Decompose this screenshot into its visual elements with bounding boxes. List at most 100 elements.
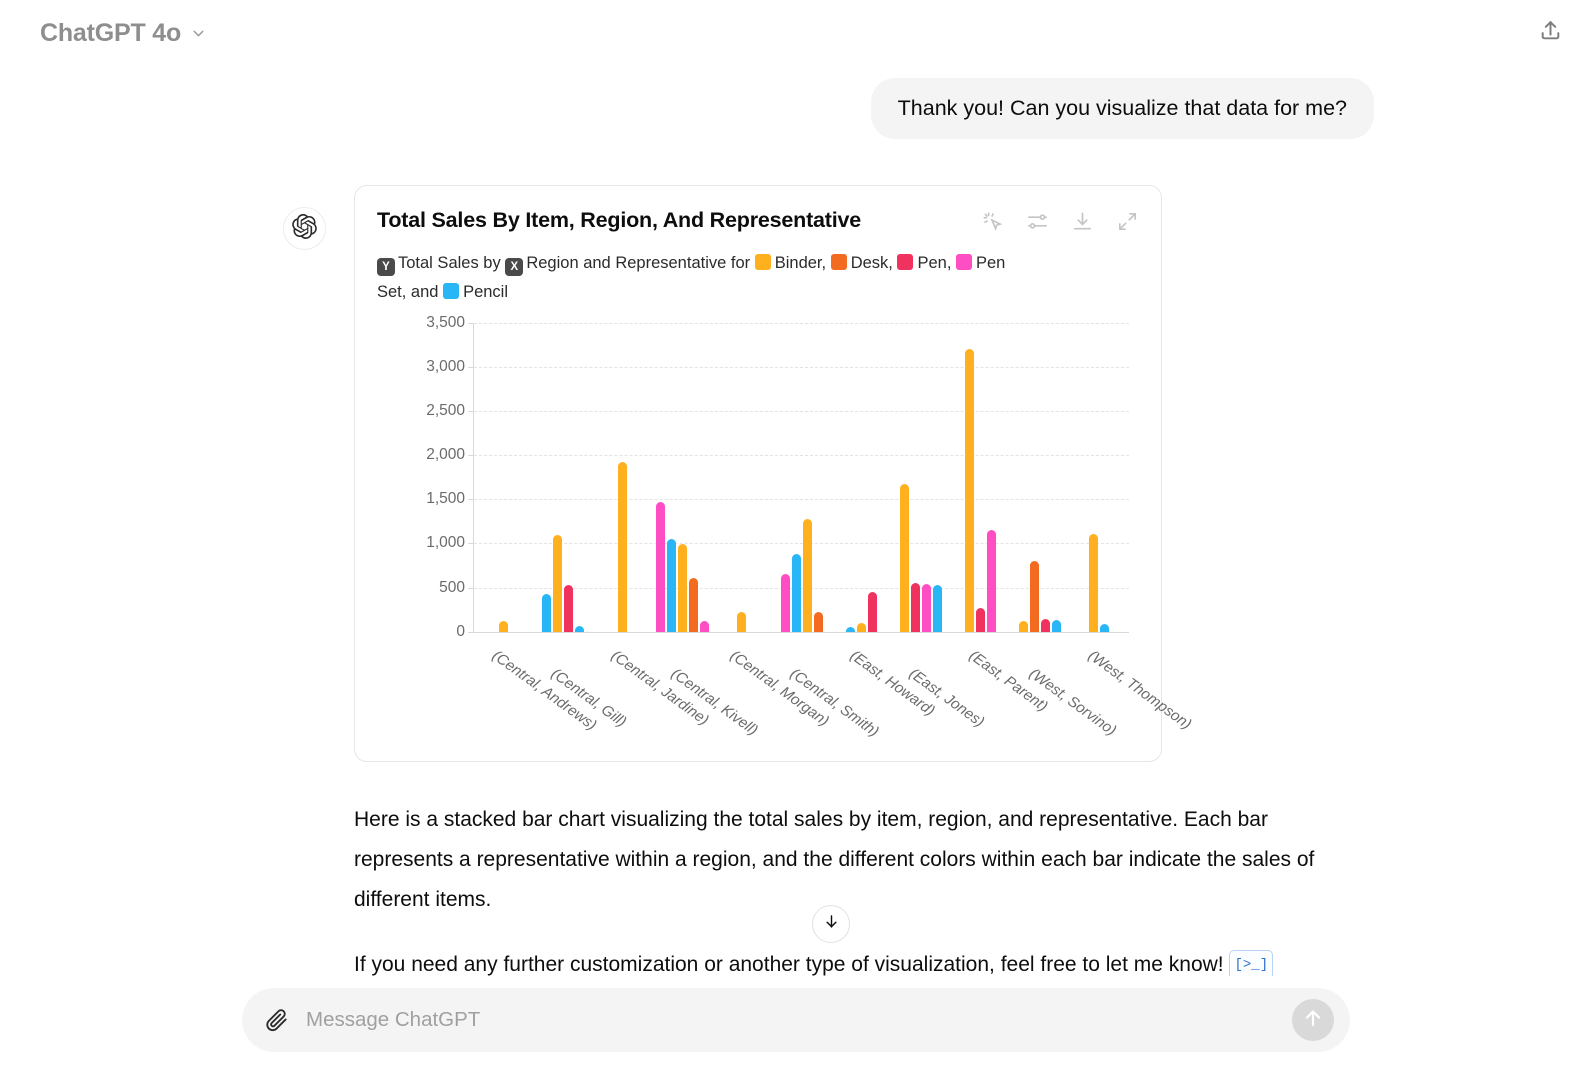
legend-swatch-pencil [443,282,460,299]
bar[interactable] [699,621,709,632]
bar[interactable] [499,621,509,632]
chart-header: Total Sales By Item, Region, And Represe… [377,208,1139,233]
model-picker[interactable]: ChatGPT 4o [32,13,215,54]
share-button[interactable] [1530,13,1570,53]
bar[interactable] [542,593,552,632]
bar-group [772,323,832,632]
chart-settings-icon[interactable] [1026,210,1049,233]
expand-icon[interactable] [1116,210,1139,233]
plot-canvas: 0 500 1,000 1,500 2,000 2,500 3,000 3,500 [426,314,1129,640]
bar-group [534,323,594,632]
bar[interactable] [688,577,698,632]
code-badge: [>_] [1229,949,1274,976]
bar-group [712,323,772,632]
bar-group [474,323,534,632]
bar[interactable] [1029,561,1039,632]
y-axis-tick: 0 [456,622,465,640]
conversation-area: Thank you! Can you visualize that data f… [0,66,1592,976]
bar[interactable] [813,612,823,632]
bar[interactable] [845,626,855,632]
send-arrow-up-icon [1301,1006,1325,1035]
legend-label-pen: Pen, [917,254,956,273]
openai-logo-icon [292,213,317,244]
bar[interactable] [1100,624,1110,632]
bar[interactable] [655,502,665,632]
composer [242,988,1350,1052]
chart-title: Total Sales By Item, Region, And Represe… [377,208,862,233]
bar-group [950,323,1010,632]
composer-zone [0,976,1592,1080]
assistant-message-row: Total Sales By Item, Region, And Represe… [0,139,1592,976]
y-axis-tickmark [468,631,474,633]
legend-swatch-pen-set [956,254,972,271]
y-axis-badge: Y [377,258,395,277]
user-message-row: Thank you! Can you visualize that data f… [0,66,1592,140]
legend-label-binder: Binder, [774,254,831,273]
bar-group [593,323,653,632]
y-axis-tick: 3,500 [426,313,465,331]
bar[interactable] [1089,533,1099,632]
bar[interactable] [910,583,920,632]
legend-part-2: Region and Representative for [526,254,751,273]
chart-legend: Y Total Sales by X Region and Representati… [377,249,1037,307]
bar[interactable] [899,484,909,632]
bar-group [1010,323,1070,632]
bar[interactable] [553,534,563,632]
bar[interactable] [791,554,801,632]
scroll-to-bottom-button[interactable] [812,905,850,943]
bar-group [831,323,891,632]
bar-group [653,323,713,632]
bar[interactable] [677,544,687,632]
y-axis-tick: 3,000 [426,357,465,375]
y-axis-tick: 2,000 [426,446,465,464]
bar[interactable] [780,574,790,632]
assistant-body: Total Sales By Item, Region, And Represe… [354,185,1364,976]
x-axis-labels: (Central, Andrews) (Central, Gill) (Centra… [473,639,1195,749]
y-axis-tick: 1,500 [426,490,465,508]
bar-groups [474,323,1129,632]
bar[interactable] [1018,621,1028,632]
chart-card: Total Sales By Item, Region, And Represe… [354,185,1195,762]
bar[interactable] [564,584,574,632]
legend-swatch-desk [830,254,847,271]
legend-swatch-pen [897,254,914,271]
bar[interactable] [802,518,812,632]
bar[interactable] [856,623,866,632]
bar[interactable] [618,462,628,632]
top-bar: ChatGPT 4o [0,0,1592,66]
bar[interactable] [986,530,996,632]
magic-cursor-icon[interactable] [981,210,1004,233]
bar[interactable] [867,592,877,632]
avatar [283,207,326,251]
paragraph-2-text: If you need any further customization or… [354,952,1224,976]
bar[interactable] [975,607,985,632]
y-axis-tick: 500 [439,578,465,596]
chart-toolbar [981,208,1139,233]
message-input[interactable] [306,1008,1276,1032]
paperclip-icon[interactable] [264,1007,290,1033]
legend-part-1: Total Sales by [398,254,501,273]
legend-swatch-binder [754,254,771,271]
bar[interactable] [932,584,942,632]
model-name-label: ChatGPT 4o [40,18,182,47]
arrow-down-icon [822,912,841,936]
y-axis-tick: 2,500 [426,402,465,420]
share-upload-icon [1538,18,1563,48]
legend-label-desk: Desk, [850,254,898,273]
bar[interactable] [666,539,676,632]
bar[interactable] [964,349,974,632]
bar-group [1069,323,1129,632]
bar[interactable] [575,626,585,632]
legend-label-pencil: Pencil [463,282,509,301]
bar[interactable] [737,612,747,632]
bar[interactable] [1040,619,1050,632]
download-icon[interactable] [1071,210,1094,233]
assistant-prose: Here is a stacked bar chart visualizing … [354,800,1366,976]
y-axis-tick: 1,000 [426,534,465,552]
bar[interactable] [1051,620,1061,632]
paragraph-2: If you need any further customization or… [354,945,1366,976]
send-button[interactable] [1292,999,1334,1041]
x-axis-badge: X [505,258,524,277]
chevron-down-icon [190,25,207,42]
bar[interactable] [921,583,931,632]
